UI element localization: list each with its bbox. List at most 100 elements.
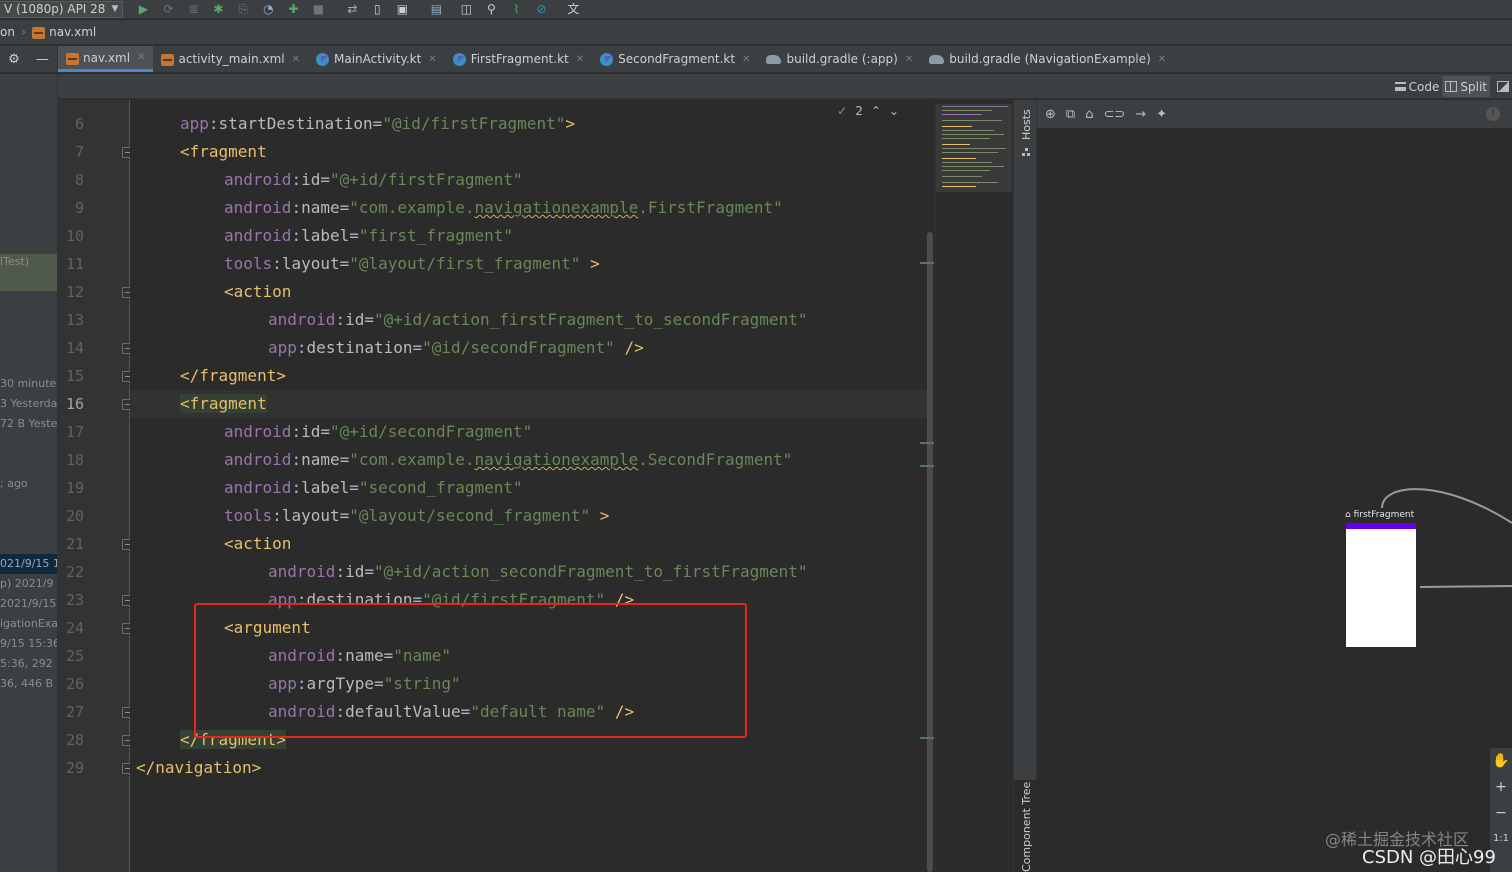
code-line[interactable]: tools:layout="@layout/second_fragment" > xyxy=(130,502,927,530)
profile-icon[interactable]: ◔ xyxy=(260,1,276,17)
line-number[interactable]: 19 xyxy=(58,474,84,502)
hide-panel-icon[interactable]: — xyxy=(36,52,49,67)
line-number[interactable]: 10 xyxy=(58,222,84,250)
pan-icon[interactable]: ✋ xyxy=(1490,748,1512,774)
project-row[interactable]: 30 minutes xyxy=(0,374,57,394)
code-line[interactable]: android:id="@+id/action_secondFragment_t… xyxy=(130,558,927,586)
close-icon[interactable]: ✕ xyxy=(576,54,584,65)
code-line[interactable]: app:argType="string" xyxy=(130,670,927,698)
line-number[interactable]: 18 xyxy=(58,446,84,474)
code-line[interactable]: app:destination="@id/secondFragment" /> xyxy=(130,334,927,362)
apply-changes-icon[interactable]: ✚ xyxy=(285,1,301,17)
tab-build-gradle-app[interactable]: build.gradle (:app) ✕ xyxy=(758,46,921,72)
tab-mainactivity-kt[interactable]: MainActivity.kt ✕ xyxy=(308,46,445,72)
navigation-design-pane[interactable]: ⊕ ⧉ ⌂ ⊂⊃ → ✦ ! ⌂ firstFragment ✋ + − 1:1 xyxy=(1037,100,1512,872)
close-icon[interactable]: ✕ xyxy=(137,52,145,63)
scrollbar-thumb[interactable] xyxy=(927,232,933,872)
breadcrumb-item[interactable]: on xyxy=(0,25,15,39)
code-line[interactable]: android:label="second_fragment" xyxy=(130,474,927,502)
line-number[interactable]: 15 xyxy=(58,362,84,390)
gear-icon[interactable]: ⚙ xyxy=(8,52,20,67)
no-power-save-icon[interactable]: ⊘ xyxy=(533,1,549,17)
close-icon[interactable]: ✕ xyxy=(905,54,913,65)
tab-build-gradle-project[interactable]: build.gradle (NavigationExample) ✕ xyxy=(921,46,1174,72)
line-number[interactable]: 28 xyxy=(58,726,84,754)
attach-debugger-icon[interactable]: ⎘ xyxy=(235,1,251,17)
project-row[interactable]: p) 2021/9 xyxy=(0,574,57,594)
editor-scrollbar[interactable] xyxy=(927,100,935,872)
nested-graph-icon[interactable]: ⧉ xyxy=(1066,107,1075,122)
line-number[interactable]: 24 xyxy=(58,614,84,642)
tab-firstfragment-kt[interactable]: FirstFragment.kt ✕ xyxy=(445,46,592,72)
layout-inspector-icon[interactable]: ◫ xyxy=(458,1,474,17)
destination-first-fragment[interactable] xyxy=(1346,523,1416,647)
inspection-widget[interactable]: ✓ 2 ⌃ ⌄ xyxy=(837,104,899,118)
line-number[interactable]: 11 xyxy=(58,250,84,278)
line-number[interactable]: 9 xyxy=(58,194,84,222)
code-line[interactable]: <fragment xyxy=(130,138,927,166)
navigation-graph[interactable]: ⌂ firstFragment xyxy=(1037,128,1512,872)
tab-activity-main-xml[interactable]: activity_main.xml ✕ xyxy=(153,46,308,72)
editor-gutter[interactable]: 6 7 8 9 10 11 12 13 14 15 16 17 18 19 20 21 22 23 24 25 26 27… xyxy=(58,100,133,872)
code-line[interactable]: </fragment> xyxy=(130,362,927,390)
code-line[interactable]: app:startDestination="@id/firstFragment"… xyxy=(130,110,927,138)
code-line[interactable]: </fragment> xyxy=(130,726,927,754)
project-row[interactable]: ; ago xyxy=(0,474,57,494)
split-mode-button[interactable]: Split xyxy=(1442,76,1490,97)
line-number[interactable]: 12 xyxy=(58,278,84,306)
avd-manager-icon[interactable]: ▯ xyxy=(369,1,385,17)
project-row[interactable]: 36, 446 B xyxy=(0,674,57,694)
breadcrumb-item[interactable]: nav.xml xyxy=(49,25,96,39)
close-icon[interactable]: ✕ xyxy=(292,54,300,65)
project-row[interactable]: 9/15 15:36, xyxy=(0,634,57,654)
code-mode-button[interactable]: Code xyxy=(1392,76,1443,97)
tab-hosts[interactable]: Hosts xyxy=(1014,108,1038,168)
line-number[interactable]: 26 xyxy=(58,670,84,698)
project-row[interactable]: 3 Yesterday xyxy=(0,394,57,414)
new-destination-icon[interactable]: ⊕ xyxy=(1045,107,1056,122)
stop-icon[interactable]: ■ xyxy=(310,1,326,17)
code-line[interactable]: android:defaultValue="default name" /> xyxy=(130,698,927,726)
sync-gradle-icon[interactable]: ⇄ xyxy=(344,1,360,17)
line-number[interactable]: 22 xyxy=(58,558,84,586)
close-icon[interactable]: ✕ xyxy=(1158,54,1166,65)
code-line[interactable]: android:id="@+id/secondFragment" xyxy=(130,418,927,446)
project-row[interactable]: igationExa xyxy=(0,614,57,634)
code-line[interactable]: <fragment xyxy=(130,390,927,418)
code-line[interactable]: tools:layout="@layout/first_fragment" > xyxy=(130,250,927,278)
code-line[interactable]: app:destination="@id/firstFragment" /> xyxy=(130,586,927,614)
line-number[interactable]: 17 xyxy=(58,418,84,446)
tab-component-tree[interactable]: Component Tree xyxy=(1014,780,1038,872)
logcat-icon[interactable]: ≣ xyxy=(185,1,201,17)
action-arrow[interactable] xyxy=(1419,585,1512,588)
tab-nav-xml[interactable]: nav.xml ✕ xyxy=(58,46,154,72)
zoom-out-icon[interactable]: − xyxy=(1490,800,1512,826)
code-line[interactable]: android:name="com.example.navigationexam… xyxy=(130,446,927,474)
code-line[interactable]: <argument xyxy=(130,614,927,642)
home-destination-icon[interactable]: ⌂ xyxy=(1085,107,1093,122)
project-row[interactable]: 5:36, 292 B xyxy=(0,654,57,674)
line-number[interactable]: 29 xyxy=(58,754,84,782)
debug-icon[interactable]: ✱ xyxy=(210,1,226,17)
project-row[interactable]: lTest) xyxy=(0,254,57,291)
design-mode-button[interactable] xyxy=(1490,76,1512,97)
line-number[interactable]: 23 xyxy=(58,586,84,614)
action-arrow-icon[interactable]: → xyxy=(1135,107,1146,122)
tab-secondfragment-kt[interactable]: SecondFragment.kt ✕ xyxy=(592,46,758,72)
line-number[interactable]: 6 xyxy=(58,110,84,138)
zoom-in-icon[interactable]: + xyxy=(1490,774,1512,800)
code-minimap[interactable] xyxy=(935,100,1013,872)
code-line[interactable]: <action xyxy=(130,278,927,306)
profiler-icon[interactable]: ⌇ xyxy=(508,1,524,17)
device-selector[interactable]: V (1080p) API 28 ▼ xyxy=(0,0,124,18)
deep-link-icon[interactable]: ⊂⊃ xyxy=(1103,107,1125,122)
code-line[interactable]: </navigation> xyxy=(130,754,927,782)
previous-highlight-icon[interactable]: ⌃ xyxy=(871,104,881,118)
line-number[interactable]: 25 xyxy=(58,642,84,670)
line-number[interactable]: 20 xyxy=(58,502,84,530)
code-editor[interactable]: app:startDestination="@id/firstFragment"… xyxy=(130,100,927,872)
auto-arrange-icon[interactable]: ✦ xyxy=(1156,107,1167,122)
line-number[interactable]: 27 xyxy=(58,698,84,726)
line-number[interactable]: 8 xyxy=(58,166,84,194)
info-icon[interactable]: ! xyxy=(1486,107,1500,121)
